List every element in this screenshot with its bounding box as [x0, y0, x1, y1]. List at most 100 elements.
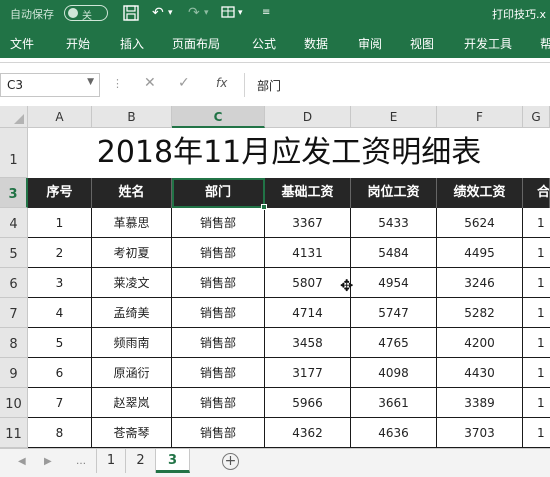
- insert-function-icon[interactable]: fx: [216, 76, 227, 90]
- header-cell-performance-salary[interactable]: 绩效工资: [437, 178, 523, 208]
- cell-position-salary[interactable]: 5433: [351, 208, 437, 238]
- cell-position-salary[interactable]: 5747: [351, 298, 437, 328]
- cell-total[interactable]: 1: [523, 358, 550, 388]
- cell-performance-salary[interactable]: 3389: [437, 388, 523, 418]
- cell-position-salary[interactable]: 3661: [351, 388, 437, 418]
- cell-performance-salary[interactable]: 4495: [437, 238, 523, 268]
- formula-input[interactable]: 部门: [244, 73, 550, 97]
- header-cell-index[interactable]: 序号: [28, 178, 92, 208]
- format-painter-icon[interactable]: [220, 4, 238, 27]
- header-cell-total[interactable]: 合: [523, 178, 550, 208]
- tab-view[interactable]: 视图: [410, 35, 434, 52]
- cell-name[interactable]: 考初夏: [92, 238, 172, 268]
- tab-file[interactable]: 文件: [10, 35, 34, 52]
- cell-base-salary[interactable]: 4131: [265, 238, 351, 268]
- row-header-9[interactable]: 9: [0, 358, 28, 388]
- cell-position-salary[interactable]: 4765: [351, 328, 437, 358]
- header-cell-base-salary[interactable]: 基础工资: [265, 178, 351, 208]
- tab-data[interactable]: 数据: [304, 35, 328, 52]
- redo-dropdown-icon[interactable]: ▾: [204, 4, 209, 22]
- row-header-4[interactable]: 4: [0, 208, 28, 238]
- sheet-title[interactable]: 2018年11月应发工资明细表: [28, 128, 550, 178]
- tab-developer[interactable]: 开发工具: [464, 35, 512, 52]
- cell-index[interactable]: 8: [28, 418, 92, 448]
- cell-total[interactable]: 1: [523, 418, 550, 448]
- cell-department[interactable]: 销售部: [172, 418, 265, 448]
- cell-position-salary[interactable]: 4636: [351, 418, 437, 448]
- more-icon[interactable]: ⋮: [112, 77, 123, 90]
- tab-home[interactable]: 开始: [66, 35, 90, 52]
- active-cell-selection[interactable]: [172, 178, 267, 210]
- column-header-b[interactable]: B: [92, 106, 172, 128]
- select-all-corner[interactable]: [0, 106, 28, 128]
- cancel-icon[interactable]: ✕: [144, 75, 156, 91]
- cell-position-salary[interactable]: 4954: [351, 268, 437, 298]
- cell-index[interactable]: 2: [28, 238, 92, 268]
- cell-index[interactable]: 5: [28, 328, 92, 358]
- cell-name[interactable]: 革慕思: [92, 208, 172, 238]
- column-header-d[interactable]: D: [265, 106, 351, 128]
- header-cell-name[interactable]: 姓名: [92, 178, 172, 208]
- format-dropdown-icon[interactable]: ▾: [238, 4, 243, 22]
- name-box[interactable]: C3 ▼: [0, 73, 100, 97]
- row-header-3[interactable]: 3: [0, 178, 28, 208]
- cell-performance-salary[interactable]: 3703: [437, 418, 523, 448]
- add-sheet-icon[interactable]: +: [222, 453, 239, 470]
- autosave-toggle[interactable]: 关: [64, 5, 108, 22]
- enter-icon[interactable]: ✓: [178, 75, 190, 91]
- cell-department[interactable]: 销售部: [172, 298, 265, 328]
- sheet-tab-1[interactable]: 1: [96, 449, 126, 473]
- cell-index[interactable]: 1: [28, 208, 92, 238]
- cell-index[interactable]: 4: [28, 298, 92, 328]
- next-sheet-icon[interactable]: ▶: [44, 456, 52, 467]
- column-header-a[interactable]: A: [28, 106, 92, 128]
- cell-name[interactable]: 原涵衍: [92, 358, 172, 388]
- header-cell-position-salary[interactable]: 岗位工资: [351, 178, 437, 208]
- tab-insert[interactable]: 插入: [120, 35, 144, 52]
- customize-icon[interactable]: ≡: [262, 4, 270, 22]
- save-icon[interactable]: [122, 4, 140, 27]
- redo-icon[interactable]: ↷: [188, 4, 200, 22]
- cell-performance-salary[interactable]: 4200: [437, 328, 523, 358]
- cell-name[interactable]: 频雨南: [92, 328, 172, 358]
- cell-base-salary[interactable]: 5807: [265, 268, 351, 298]
- cell-total[interactable]: 1: [523, 268, 550, 298]
- cell-name[interactable]: 苍斋琴: [92, 418, 172, 448]
- cell-base-salary[interactable]: 3458: [265, 328, 351, 358]
- cell-performance-salary[interactable]: 4430: [437, 358, 523, 388]
- undo-icon[interactable]: ↶: [152, 4, 164, 22]
- cell-index[interactable]: 3: [28, 268, 92, 298]
- row-header-10[interactable]: 10: [0, 388, 28, 418]
- sheet-tab-3[interactable]: 3: [156, 449, 190, 473]
- cell-performance-salary[interactable]: 5282: [437, 298, 523, 328]
- cell-base-salary[interactable]: 5966: [265, 388, 351, 418]
- tab-formulas[interactable]: 公式: [252, 35, 276, 52]
- column-header-f[interactable]: F: [437, 106, 523, 128]
- tab-help[interactable]: 帮: [540, 35, 550, 52]
- row-header-5[interactable]: 5: [0, 238, 28, 268]
- cell-performance-salary[interactable]: 5624: [437, 208, 523, 238]
- row-header-8[interactable]: 8: [0, 328, 28, 358]
- fill-handle[interactable]: [261, 204, 267, 210]
- row-header-1[interactable]: 1: [0, 128, 28, 178]
- cell-department[interactable]: 销售部: [172, 268, 265, 298]
- cell-department[interactable]: 销售部: [172, 388, 265, 418]
- column-header-e[interactable]: E: [351, 106, 437, 128]
- cell-index[interactable]: 6: [28, 358, 92, 388]
- chevron-down-icon[interactable]: ▼: [87, 77, 94, 87]
- cell-position-salary[interactable]: 4098: [351, 358, 437, 388]
- row-header-7[interactable]: 7: [0, 298, 28, 328]
- cell-position-salary[interactable]: 5484: [351, 238, 437, 268]
- row-header-6[interactable]: 6: [0, 268, 28, 298]
- prev-sheet-icon[interactable]: ◀: [18, 456, 26, 467]
- column-header-g[interactable]: G: [523, 106, 550, 128]
- cell-base-salary[interactable]: 3177: [265, 358, 351, 388]
- undo-dropdown-icon[interactable]: ▾: [168, 4, 173, 22]
- tab-page-layout[interactable]: 页面布局: [172, 35, 220, 52]
- cell-total[interactable]: 1: [523, 298, 550, 328]
- cell-department[interactable]: 销售部: [172, 208, 265, 238]
- cell-performance-salary[interactable]: 3246: [437, 268, 523, 298]
- cell-name[interactable]: 孟绮美: [92, 298, 172, 328]
- cell-base-salary[interactable]: 4714: [265, 298, 351, 328]
- cell-department[interactable]: 销售部: [172, 328, 265, 358]
